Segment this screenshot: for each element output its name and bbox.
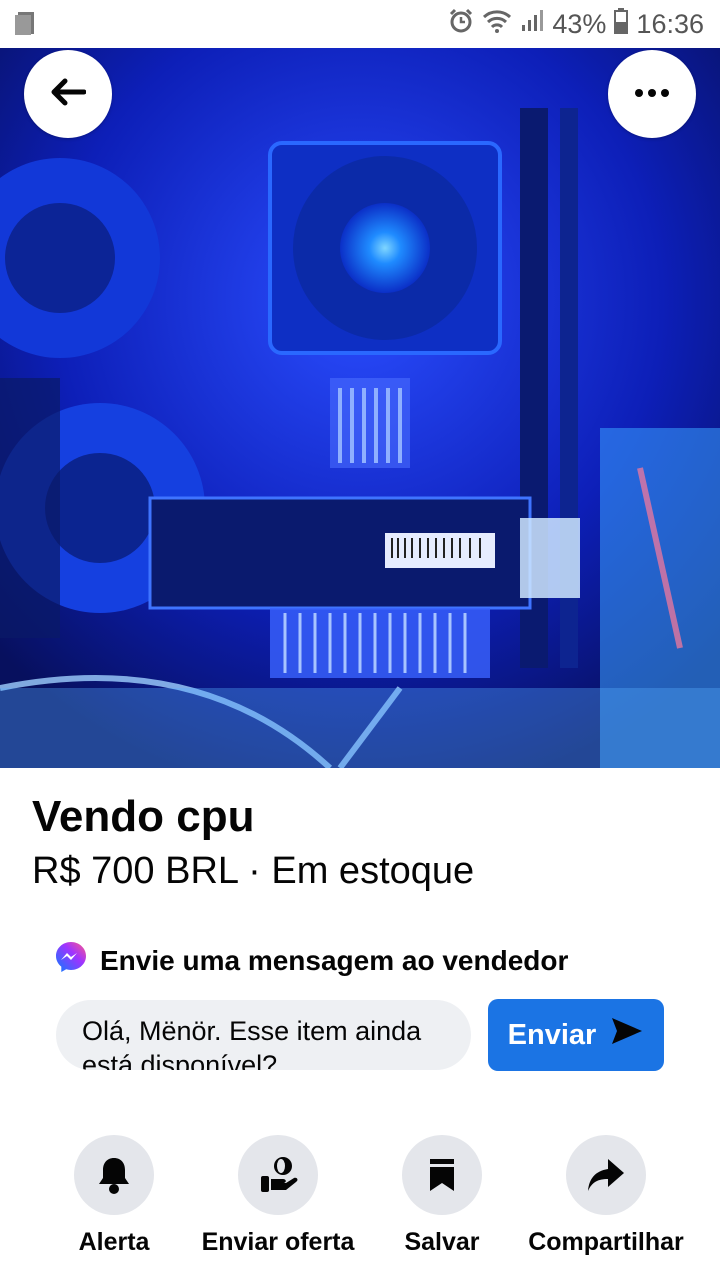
share-icon xyxy=(566,1135,646,1215)
send-button[interactable]: Enviar xyxy=(488,999,664,1071)
clock-time: 16:36 xyxy=(636,9,704,39)
message-seller-header: Envie uma mensagem ao vendedor xyxy=(54,940,568,981)
offer-icon xyxy=(238,1135,318,1215)
send-offer-label: Enviar oferta xyxy=(201,1228,355,1256)
message-seller-label: Envie uma mensagem ao vendedor xyxy=(100,944,569,976)
save-label: Salvar xyxy=(404,1228,480,1256)
send-arrow-icon xyxy=(610,1016,644,1054)
more-options-button[interactable] xyxy=(608,50,696,138)
product-photo[interactable] xyxy=(0,48,720,768)
cpu-photo-image xyxy=(0,48,720,768)
bookmark-icon xyxy=(402,1135,482,1215)
save-action[interactable]: Salvar xyxy=(362,1135,522,1257)
messenger-icon xyxy=(54,940,88,981)
alarm-icon xyxy=(448,8,474,41)
send-button-label: Enviar xyxy=(507,1018,597,1051)
send-offer-action[interactable]: Enviar oferta xyxy=(198,1135,358,1257)
alert-label: Alerta xyxy=(78,1228,150,1256)
bell-icon xyxy=(74,1135,154,1215)
message-input[interactable]: Olá, Mënör. Esse item ainda está disponí… xyxy=(56,1000,471,1070)
message-input-text: Olá, Mënör. Esse item ainda está disponí… xyxy=(82,1016,422,1070)
listing-title: Vendo cpu xyxy=(32,792,255,841)
battery-icon xyxy=(614,8,629,41)
arrow-left-icon xyxy=(50,78,87,111)
share-action[interactable]: Compartilhar xyxy=(526,1135,686,1257)
share-label: Compartilhar xyxy=(528,1228,684,1256)
more-dots-icon xyxy=(634,85,670,103)
wifi-icon xyxy=(482,9,512,40)
battery-percent: 43% xyxy=(552,9,607,39)
status-bar: 43% 16:36 xyxy=(0,0,720,48)
alert-action[interactable]: Alerta xyxy=(34,1135,194,1257)
listing-price-availability: R$ 700 BRL · Em estoque xyxy=(32,850,475,892)
notification-icon xyxy=(14,10,38,41)
signal-icon xyxy=(520,9,544,40)
back-button[interactable] xyxy=(24,50,112,138)
